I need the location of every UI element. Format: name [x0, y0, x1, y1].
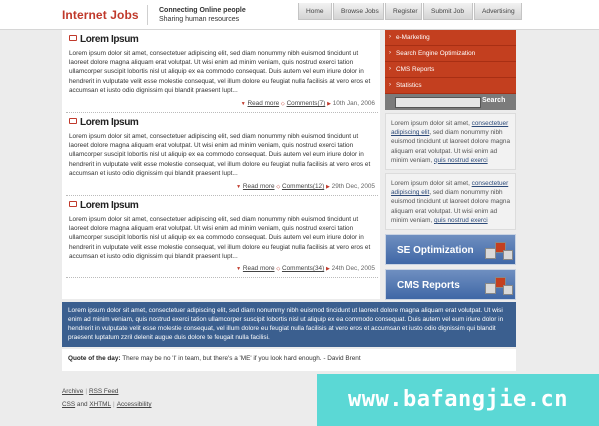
sidebar-text-box: Lorem ipsum dolor sit amet, consectetuer… — [385, 173, 516, 231]
footer-css-link[interactable]: CSS — [62, 401, 75, 408]
comment-icon: ◇ — [280, 101, 285, 107]
post-date: 24th Dec, 2005 — [331, 265, 375, 272]
footer-archive-link[interactable]: Archive — [62, 388, 83, 395]
footer-row: CSS and XHTML | Accessibility — [62, 398, 152, 411]
post-divider — [66, 195, 378, 196]
main-content: Lorem Ipsum Lorem ipsum dolor sit amet, … — [62, 30, 380, 299]
search-button[interactable]: Search — [482, 97, 505, 104]
banner-label: CMS Reports — [397, 280, 460, 292]
footer-separator: | — [85, 388, 87, 395]
footer-and: and — [76, 401, 88, 408]
post-body: Lorem ipsum dolor sit amet, consectetuer… — [69, 216, 371, 260]
sidebar-text-box: Lorem ipsum dolor sit amet, consectetuer… — [385, 113, 516, 171]
sidebar-item-label: CMS Reports — [396, 66, 435, 73]
quote-text: There may be no 'I' in team, but there's… — [122, 355, 361, 362]
arrow-right-icon: ▶ — [326, 184, 330, 190]
banner-label: SE Optimization — [397, 245, 474, 257]
post-title-text: Lorem Ipsum — [80, 34, 139, 45]
watermark: www.bafangjie.cn — [317, 374, 599, 426]
header: Internet Jobs Connecting Online people S… — [0, 0, 599, 30]
sidebar-item-statistics[interactable]: › Statistics — [385, 78, 516, 94]
read-more-link[interactable]: Read more — [243, 265, 275, 272]
post-date: 29th Dec, 2005 — [331, 183, 375, 190]
nav-submit-job[interactable]: Submit Job — [423, 3, 473, 20]
sidebar-item-label: e-Marketing — [396, 34, 430, 41]
post: Lorem Ipsum Lorem ipsum dolor sit amet, … — [62, 115, 380, 195]
arrow-right-icon: › — [389, 66, 391, 72]
tagline: Connecting Online people Sharing human r… — [159, 6, 246, 24]
comments-link[interactable]: Comments(34) — [282, 265, 324, 272]
post-title[interactable]: Lorem Ipsum — [69, 200, 139, 211]
sidebar-item-seo[interactable]: › Search Engine Optimization — [385, 46, 516, 62]
post-date: 10th Jan, 2006 — [332, 100, 375, 107]
comments-link[interactable]: Comments(7) — [287, 100, 326, 107]
tagline-subtitle: Sharing human resources — [159, 16, 240, 23]
site-logo[interactable]: Internet Jobs — [62, 8, 139, 22]
page: Internet Jobs Connecting Online people S… — [0, 0, 599, 426]
featured-text-box: Lorem ipsum dolor sit amet, consectetuer… — [62, 302, 516, 347]
nav-advertising[interactable]: Advertising — [474, 3, 522, 20]
nav-register[interactable]: Register — [385, 3, 422, 20]
main-nav: Home Browse Jobs Register Submit Job Adv… — [297, 3, 522, 20]
footer-separator: | — [113, 401, 115, 408]
comment-icon — [69, 118, 77, 124]
comment-icon — [69, 201, 77, 207]
arrow-right-icon: ▶ — [327, 101, 331, 107]
footer-accessibility-link[interactable]: Accessibility — [117, 401, 152, 408]
post-body: Lorem ipsum dolor sit amet, consectetuer… — [69, 133, 371, 177]
post-title-text: Lorem Ipsum — [80, 200, 139, 211]
read-more-link[interactable]: Read more — [248, 100, 280, 107]
comment-icon — [69, 35, 77, 41]
banner-se-optimization[interactable]: SE Optimization — [385, 234, 516, 266]
tagline-title: Connecting Online people — [159, 7, 246, 14]
quote-of-the-day: Quote of the day: There may be no 'I' in… — [62, 349, 516, 371]
post-meta: ▼ Read more ◇ Comments(34) ▶ 24th Dec, 2… — [236, 265, 375, 272]
sidebar-item-e-marketing[interactable]: › e-Marketing — [385, 30, 516, 46]
search-input[interactable] — [395, 97, 481, 108]
arrow-icon: ▼ — [240, 101, 246, 107]
post-title-text: Lorem Ipsum — [80, 117, 139, 128]
cubes-icon — [483, 238, 513, 262]
sidebar-item-label: Statistics — [396, 82, 422, 89]
post-body: Lorem ipsum dolor sit amet, consectetuer… — [69, 50, 371, 94]
comment-icon: ◇ — [276, 184, 281, 190]
sidebar-link[interactable]: quis nostrud exerci — [434, 217, 488, 224]
sidebar-item-label: Search Engine Optimization — [396, 50, 476, 57]
arrow-right-icon: ▶ — [326, 266, 330, 272]
sidebar-text: Lorem ipsum dolor sit amet, — [391, 180, 470, 188]
post-meta: ▼ Read more ◇ Comments(12) ▶ 29th Dec, 2… — [236, 183, 375, 190]
banner-cms-reports[interactable]: CMS Reports — [385, 269, 516, 301]
sidebar-item-cms-reports[interactable]: › CMS Reports — [385, 62, 516, 78]
post: Lorem Ipsum Lorem ipsum dolor sit amet, … — [62, 198, 380, 278]
nav-browse-jobs[interactable]: Browse Jobs — [333, 3, 384, 20]
arrow-icon: ▼ — [236, 184, 242, 190]
post: Lorem Ipsum Lorem ipsum dolor sit amet, … — [62, 30, 380, 112]
post-title[interactable]: Lorem Ipsum — [69, 34, 139, 45]
footer-rss-link[interactable]: RSS Feed — [89, 388, 118, 395]
footer-row: Archive | RSS Feed — [62, 385, 152, 398]
post-divider — [66, 112, 378, 113]
read-more-link[interactable]: Read more — [243, 183, 275, 190]
nav-home[interactable]: Home — [298, 3, 332, 20]
arrow-icon: ▼ — [236, 266, 242, 272]
sidebar: › e-Marketing › Search Engine Optimization… — [385, 30, 516, 301]
post-meta: ▼ Read more ◇ Comments(7) ▶ 10th Jan, 20… — [241, 100, 375, 107]
cubes-icon — [483, 273, 513, 297]
footer-xhtml-link[interactable]: XHTML — [89, 401, 111, 408]
sidebar-link[interactable]: quis nostrud exerci — [434, 157, 488, 164]
arrow-right-icon: › — [389, 82, 391, 88]
search-bar: Search — [385, 94, 516, 110]
comments-link[interactable]: Comments(12) — [282, 183, 324, 190]
quote-label: Quote of the day: — [68, 355, 121, 362]
logo-divider — [147, 5, 148, 25]
post-divider — [66, 277, 378, 278]
arrow-right-icon: › — [389, 34, 391, 40]
sidebar-text: Lorem ipsum dolor sit amet, — [391, 120, 470, 127]
footer: Archive | RSS Feed CSS and XHTML | Accessibi… — [62, 385, 152, 411]
arrow-right-icon: › — [389, 50, 391, 56]
comment-icon: ◇ — [276, 266, 281, 272]
post-title[interactable]: Lorem Ipsum — [69, 117, 139, 128]
